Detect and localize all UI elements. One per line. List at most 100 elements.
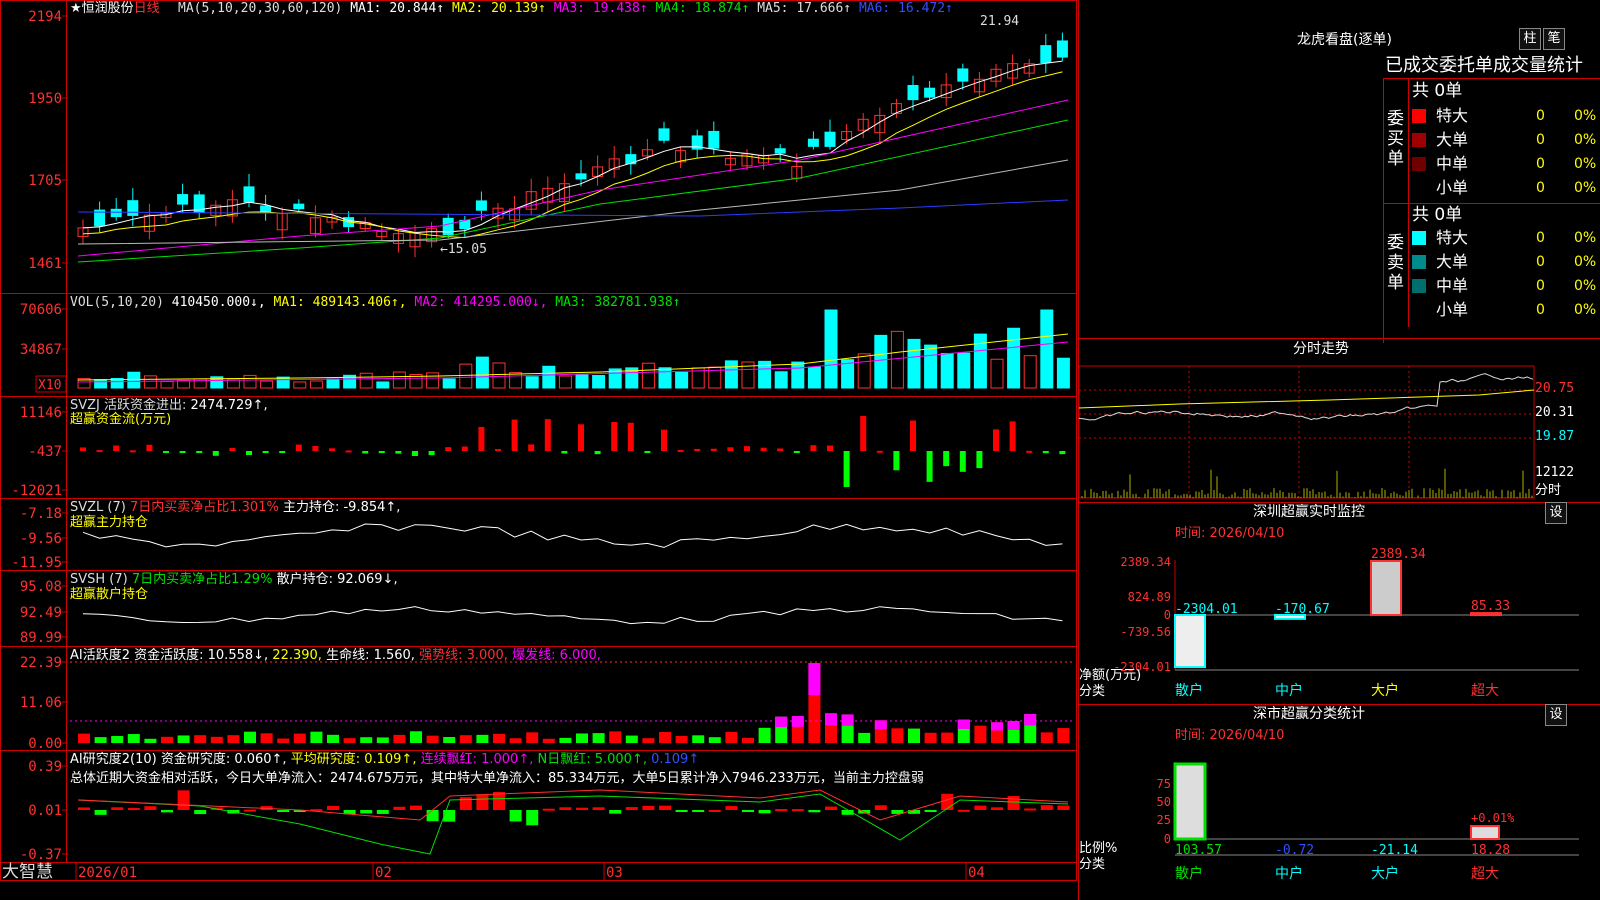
sell-row-label: 小单 [1436,300,1469,319]
ai-bar [941,732,954,743]
buy-row-pct: 0% [1574,132,1597,148]
period-label[interactable]: 日线 [134,1,160,16]
volume-bar [1040,309,1054,389]
ai-bar-top [1007,721,1020,730]
svzj-bar [212,451,219,456]
volume-bar [459,363,473,389]
sell-row-swatch [1412,231,1426,245]
volume-bar [907,338,921,389]
vol-legend-item: VOL(5,10,20) [70,295,172,310]
research-bar [426,810,439,822]
candle [907,84,919,101]
dragon-tabs[interactable]: 已成交委托单成交量统计 [1385,55,1583,77]
candle [1056,40,1068,58]
research-bar [625,807,638,810]
buy-row-count: 0 [1536,132,1545,148]
ai-bar [708,737,721,743]
buy-row-swatch [1412,181,1426,195]
volume-bar [243,374,257,389]
research-bar [659,805,671,810]
candle [243,186,255,203]
svzj-bar [528,444,535,451]
research-bar [78,807,90,810]
ai-bar [293,733,306,743]
monitor-bar [1370,560,1402,616]
ai-bar [1040,732,1053,743]
research-bar [1024,808,1037,811]
research-bar [410,805,422,810]
res-axis-tick: 0.01 [28,803,62,819]
sell-row-pct: 0% [1574,230,1597,246]
class-axis-tick: 25 [1157,813,1171,827]
date-label: 04 [968,865,985,881]
ai-bar [908,728,920,743]
svzj-bar [428,451,435,456]
buy-total: 共 0单 [1412,81,1463,101]
svzj-bar [893,451,900,471]
candle [177,194,189,205]
ai-bar [343,738,356,743]
candle [807,138,819,147]
vol-unit: X10 [38,378,61,393]
sz-class-chart: 75 50 25 0 +0.01% 103.57 -0.72 -21.14 18.28 比例%分类… [1079,762,1579,882]
candle [957,68,969,82]
svzj-bar [976,451,983,469]
intraday-chart[interactable]: 20.75 20.31 19.87 12122 分时 [1079,360,1600,502]
svzj-bar [727,447,734,451]
research-bar [509,810,522,822]
svzj-bar [478,426,485,451]
volume-bar [592,375,606,389]
sz-monitor-settings-button[interactable]: 设 [1545,502,1567,524]
svzj-bar [544,419,551,451]
volume-bar [957,352,971,389]
ma-legend-item: MA1: 20.844↑ [342,1,445,16]
volume-bar [558,375,572,389]
svzj-bar [827,445,833,451]
svzj-legend: SVZJ 活跃资金进出: 2474.729↑, [70,398,268,413]
ai-bar-top [825,713,837,726]
volume-bar [924,344,938,389]
buy-row-count: 0 [1536,180,1545,196]
research-bar [742,810,754,812]
svzj-bar [876,450,883,453]
svzj-bar [96,450,103,453]
svzj-bar [860,415,867,451]
buy-row-label: 中单 [1436,154,1469,173]
sz-class-settings-button[interactable]: 设 [1545,704,1567,726]
buy-row-label: 大单 [1436,130,1469,149]
buy-row-swatch [1412,109,1426,123]
volume-bar [276,376,290,389]
svzj-bar [677,450,684,453]
monitor-axis-tick: 2389.34 [1120,555,1171,569]
candle [127,200,139,216]
svzj-bar [196,451,203,453]
ai-legend-item: 22.390, [272,648,327,663]
monitor-value: -170.67 [1275,602,1330,617]
monitor-xlabel: 分类 [1079,684,1105,699]
ai-bar [327,734,339,743]
research-red-line [77,789,1069,821]
svzj-bar [644,451,651,453]
svzj-bar [229,448,236,451]
ai-bar [210,736,223,743]
volume-bar [791,361,805,389]
stock-name: ★恒润股份 [70,1,134,16]
svzj-bar [777,448,784,451]
ai-bar [111,736,124,743]
ai-bar [426,735,439,743]
monitor-axis-tick: 824.89 [1128,590,1171,604]
research-bar [161,810,173,813]
ai-bar [858,732,871,743]
volume-bar [309,380,323,389]
chart-mode-button[interactable]: 柱 [1519,28,1541,50]
research-bar [542,808,555,811]
volume-bar [575,374,589,389]
svzj-axis-tick: 11146 [20,405,62,421]
svzj-bar [594,451,601,455]
buy-row-pct: 0% [1574,156,1597,172]
svsh-axis-tick: 95.08 [20,579,62,595]
volume-bar [475,356,489,389]
tick-mode-button[interactable]: 笔 [1543,28,1565,50]
dragon-table: 委买单 委卖单 共 0单 共 0单 特大 0 0% 大单 0 0% 中单 0 0% 小单 0 0% 特… [1383,78,1600,343]
svzj-bar [412,451,418,457]
